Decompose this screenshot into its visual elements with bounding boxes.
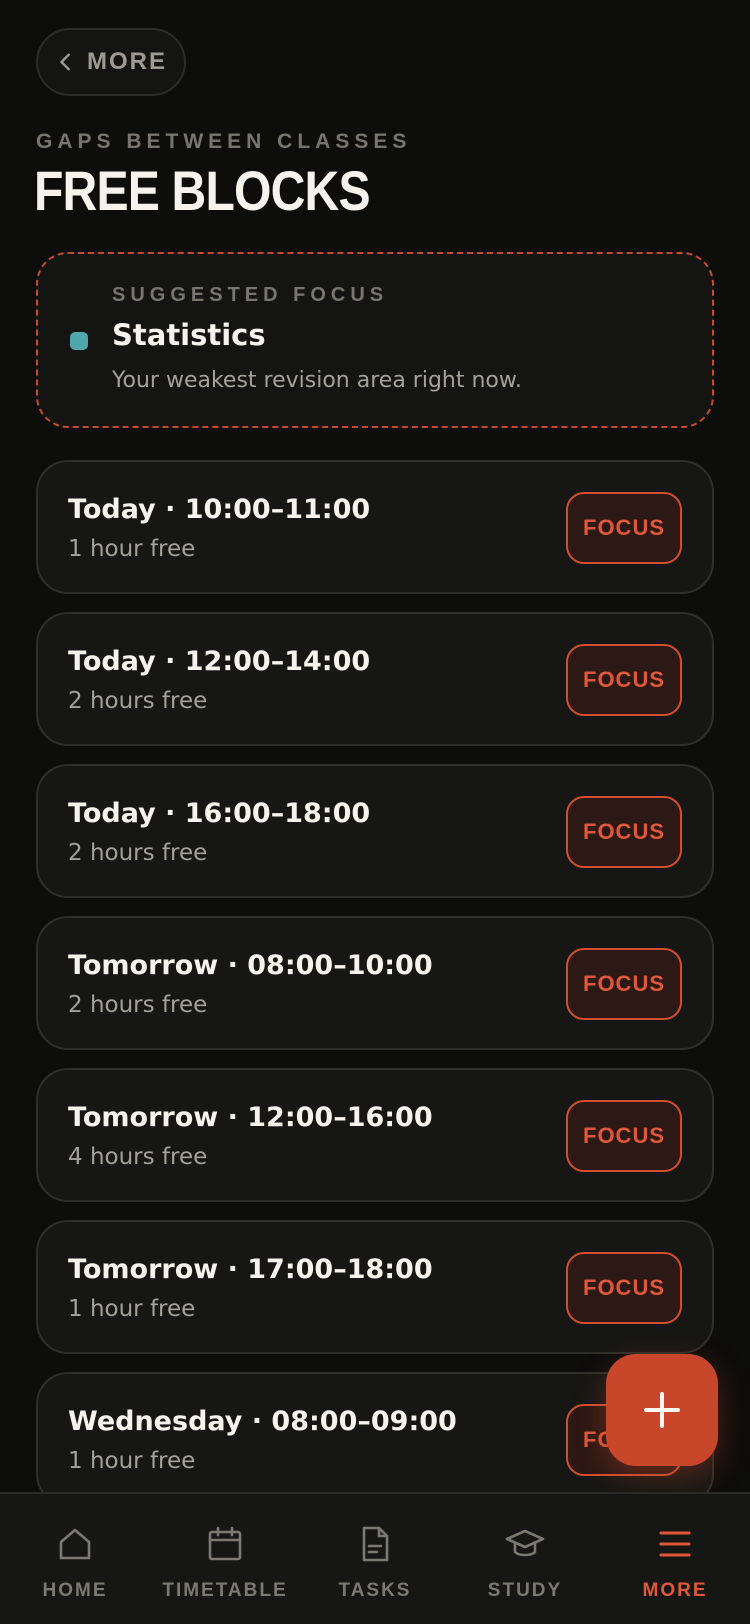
free-block-item[interactable]: Today · 10:00–11:00 1 hour free FOCUS [36,460,714,594]
focus-button[interactable]: FOCUS [566,1100,682,1172]
block-duration: 2 hours free [68,688,208,714]
calendar-icon [208,1526,242,1561]
focus-button[interactable]: FOCUS [566,796,682,868]
nav-item-tasks[interactable]: TASKS [300,1494,450,1624]
suggested-focus-card[interactable]: SUGGESTED FOCUS Statistics Your weakest … [36,252,714,428]
graduation-cap-icon [505,1529,545,1557]
block-duration: 2 hours free [68,992,208,1018]
block-time: Today · 10:00–11:00 [68,494,371,525]
subject-color-dot [70,332,88,350]
block-duration: 4 hours free [68,1144,208,1170]
add-button[interactable] [606,1354,718,1466]
free-block-item[interactable]: Tomorrow · 17:00–18:00 1 hour free FOCUS [36,1220,714,1354]
nav-item-more[interactable]: MORE [600,1494,750,1624]
page-eyebrow: GAPS BETWEEN CLASSES [36,130,412,153]
nav-item-study[interactable]: STUDY [450,1494,600,1624]
block-time: Today · 12:00–14:00 [68,646,371,677]
free-block-item[interactable]: Today · 16:00–18:00 2 hours free FOCUS [36,764,714,898]
nav-label: STUDY [487,1580,563,1601]
focus-button[interactable]: FOCUS [566,948,682,1020]
suggested-description: Your weakest revision area right now. [112,368,522,393]
block-time: Wednesday · 08:00–09:00 [68,1406,457,1437]
bottom-nav: HOME TIMETABLE TASKS STUDY MORE [0,1492,750,1624]
chevron-left-icon [60,53,70,71]
nav-label: MORE [642,1580,708,1601]
document-icon [362,1526,389,1562]
suggested-focus-eyebrow: SUGGESTED FOCUS [112,284,389,306]
focus-button[interactable]: FOCUS [566,1252,682,1324]
block-duration: 1 hour free [68,1296,196,1322]
focus-button[interactable]: FOCUS [566,644,682,716]
free-block-item[interactable]: Tomorrow · 08:00–10:00 2 hours free FOCU… [36,916,714,1050]
free-block-item[interactable]: Tomorrow · 12:00–16:00 4 hours free FOCU… [36,1068,714,1202]
nav-label: TASKS [338,1580,412,1601]
page-title: FREE BLOCKS [34,159,371,222]
nav-label: HOME [42,1580,108,1601]
home-icon [59,1528,91,1560]
plus-icon [644,1392,680,1428]
nav-item-home[interactable]: HOME [0,1494,150,1624]
back-button[interactable]: MORE [36,28,186,96]
free-block-item[interactable]: Today · 12:00–14:00 2 hours free FOCUS [36,612,714,746]
block-duration: 1 hour free [68,1448,196,1474]
block-time: Tomorrow · 12:00–16:00 [68,1102,433,1133]
focus-button[interactable]: FOCUS [566,492,682,564]
block-time: Today · 16:00–18:00 [68,798,371,829]
back-button-label: MORE [87,48,167,75]
block-time: Tomorrow · 08:00–10:00 [68,950,433,981]
block-time: Tomorrow · 17:00–18:00 [68,1254,433,1285]
block-duration: 2 hours free [68,840,208,866]
suggested-subject: Statistics [112,318,266,352]
nav-label: TIMETABLE [162,1580,288,1601]
menu-icon [659,1531,691,1557]
nav-item-timetable[interactable]: TIMETABLE [150,1494,300,1624]
free-blocks-screen: MORE GAPS BETWEEN CLASSES FREE BLOCKS SU… [0,0,750,1624]
block-duration: 1 hour free [68,536,196,562]
